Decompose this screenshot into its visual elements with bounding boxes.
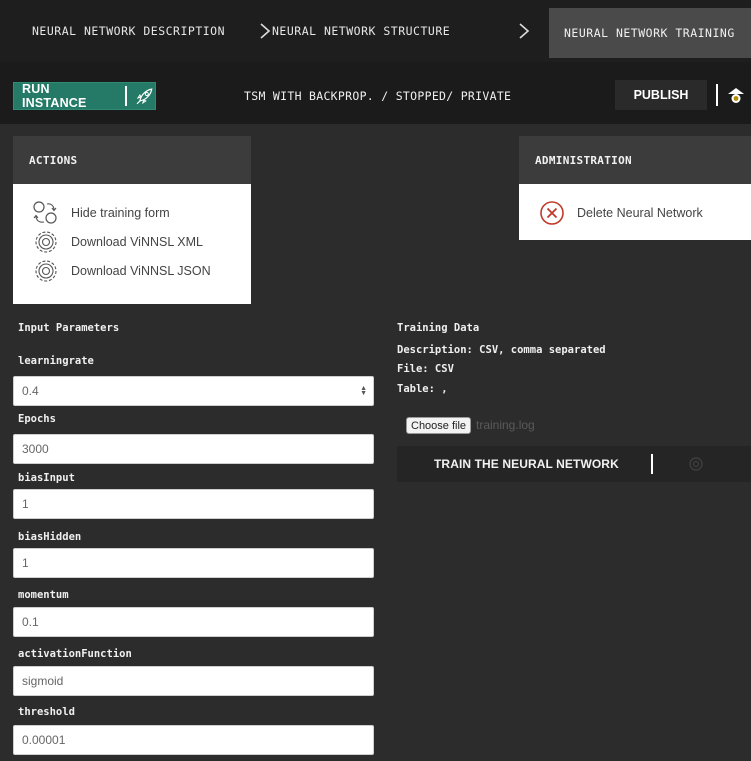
choose-file-button[interactable]: Choose file — [406, 417, 472, 434]
nav-step-training[interactable]: NEURAL NETWORK TRAINING — [549, 8, 751, 58]
training-file-type: File: CSV — [397, 363, 454, 375]
threshold-field[interactable]: 0.00001 — [13, 725, 374, 755]
train-label: TRAIN THE NEURAL NETWORK — [434, 457, 619, 471]
chevron-right-icon — [260, 23, 271, 39]
delete-label: Delete Neural Network — [577, 206, 703, 220]
run-instance-button[interactable]: RUN INSTANCE — [13, 82, 156, 110]
activation-function-label: activationFunction — [18, 648, 132, 660]
hide-training-form-action[interactable]: Hide training form — [13, 198, 251, 227]
download-json-action[interactable]: Download ViNNSL JSON — [13, 256, 251, 285]
learningrate-label: learningrate — [18, 355, 94, 367]
run-instance-label: RUN INSTANCE — [22, 82, 87, 110]
train-neural-network-button[interactable]: TRAIN THE NEURAL NETWORK — [397, 446, 751, 482]
actions-header: ACTIONS — [13, 136, 251, 184]
divider — [651, 454, 653, 474]
momentum-field[interactable]: 0.1 — [13, 607, 374, 637]
select-arrows-icon: ▲ ▼ — [360, 385, 367, 397]
nav-step-structure[interactable]: NEURAL NETWORK STRUCTURE — [250, 0, 480, 62]
bias-hidden-label: biasHidden — [18, 531, 82, 543]
learningrate-value: 0.4 — [22, 384, 39, 398]
threshold-label: threshold — [18, 706, 75, 718]
epochs-input[interactable]: 3000 — [13, 434, 374, 464]
administration-panel: Delete Neural Network — [519, 184, 751, 240]
download-xml-action[interactable]: Download ViNNSL XML — [13, 227, 251, 256]
epochs-label: Epochs — [18, 413, 56, 425]
publish-icon[interactable] — [727, 86, 745, 104]
divider — [716, 84, 718, 106]
gear-icon — [35, 230, 57, 253]
toggle-form-icon — [33, 200, 57, 224]
actions-panel: Hide training form Download ViNNSL XML D… — [13, 184, 251, 304]
instance-status: TSM WITH BACKPROP. / STOPPED/ PRIVATE — [244, 89, 512, 103]
rocket-icon — [136, 88, 153, 105]
gear-icon — [35, 259, 57, 282]
training-data-title: Training Data — [397, 322, 480, 334]
nav-step-description[interactable]: NEURAL NETWORK DESCRIPTION — [0, 0, 250, 62]
training-description: Description: CSV, comma separated — [397, 344, 606, 356]
action-label: Hide training form — [71, 205, 170, 220]
training-icon — [689, 457, 703, 471]
momentum-label: momentum — [18, 589, 69, 601]
training-table: Table: , — [397, 383, 448, 395]
action-label: Download ViNNSL XML — [71, 234, 204, 249]
divider — [125, 86, 128, 106]
action-label: Download ViNNSL JSON — [71, 263, 211, 278]
administration-header: ADMINISTRATION — [519, 136, 751, 184]
bias-input-label: biasInput — [18, 472, 75, 484]
bias-hidden-field[interactable]: 1 — [13, 548, 374, 578]
delete-neural-network-action[interactable]: Delete Neural Network — [539, 200, 703, 226]
activation-function-field[interactable]: sigmoid — [13, 666, 374, 696]
wizard-nav: NEURAL NETWORK DESCRIPTION NEURAL NETWOR… — [0, 0, 751, 62]
bias-input-field[interactable]: 1 — [13, 489, 374, 519]
learningrate-select[interactable]: 0.4 ▲ ▼ — [13, 376, 374, 406]
selected-file-name: training.log — [476, 418, 535, 432]
delete-icon — [540, 201, 564, 225]
chevron-right-icon — [519, 23, 530, 39]
publish-button[interactable]: PUBLISH — [615, 80, 707, 110]
input-parameters-title: Input Parameters — [18, 322, 120, 334]
